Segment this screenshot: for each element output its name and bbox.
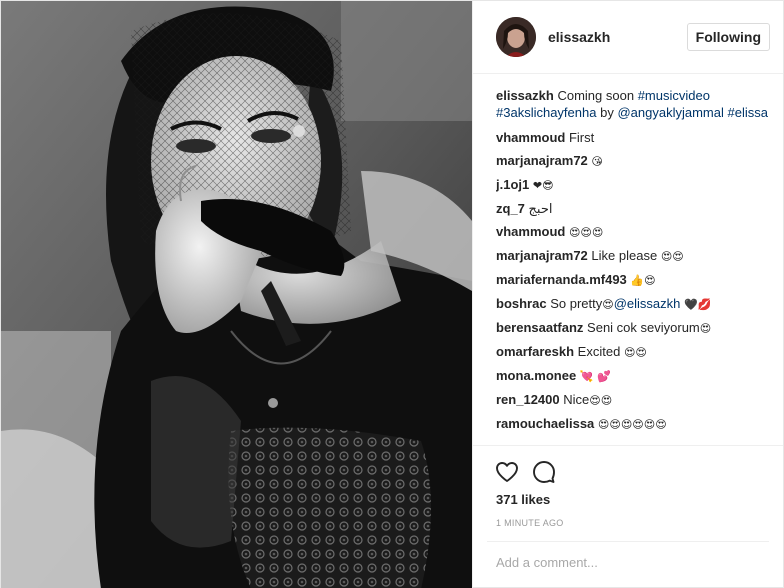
caption-text: Coming soon: [557, 88, 635, 103]
action-icons: [495, 460, 556, 484]
post-photo[interactable]: [1, 1, 472, 588]
comment-emoji: 💘 💕: [579, 370, 611, 383]
comment-username[interactable]: mona.monee: [496, 368, 576, 383]
comment-emoji: 😍😍: [660, 250, 684, 263]
comment-emoji: 😍😍: [589, 394, 613, 407]
comment-emoji: 😍😍: [623, 346, 647, 359]
photo-image: [1, 1, 472, 588]
comment-username[interactable]: ramouchaelissa: [496, 416, 594, 431]
comment-item: ren_12400 Nice😍😍: [496, 391, 769, 409]
hashtag-link[interactable]: #musicvideo: [638, 88, 710, 103]
hashtag-link[interactable]: #elissa: [727, 105, 767, 120]
comment-item: mariafernanda.mf493 👍😍: [496, 271, 769, 289]
comment-username[interactable]: vhammoud: [496, 130, 565, 145]
comment-text: First: [568, 130, 595, 145]
comment-text: Seni cok seviyorum: [587, 320, 700, 335]
comment-text: So pretty: [550, 296, 603, 311]
mention-link[interactable]: @angyaklyjammal: [617, 105, 723, 120]
add-comment-bar: [487, 541, 769, 582]
comment-item: vhammoud 😍😍😍: [496, 223, 769, 241]
comment-text: Like please: [591, 248, 658, 263]
comment-emoji: ❤😎: [532, 179, 554, 192]
comment-item: marjanajram72 😘: [496, 152, 769, 170]
hashtag-link[interactable]: #3akslichayfenha: [496, 105, 596, 120]
comment-emoji: 👍😍: [630, 274, 656, 287]
comment-username[interactable]: zq_7: [496, 201, 525, 216]
comment-emoji: 😍: [602, 298, 614, 311]
comment-item: boshrac So pretty😍@elissazkh 🖤💋: [496, 295, 769, 313]
comment-text: Nice: [563, 392, 590, 407]
likes-count[interactable]: 371 likes: [496, 492, 550, 507]
comment-emoji: 😍: [699, 322, 712, 335]
comment-emoji: 😍😍😍😍😍😍: [597, 418, 667, 431]
comment-emoji: 😘: [591, 155, 603, 168]
comments-list[interactable]: elissazkh Coming soon #musicvideo #3aksl…: [496, 87, 769, 445]
avatar-image: [496, 17, 536, 57]
comment-text: Excited: [577, 344, 621, 359]
add-comment-input[interactable]: [496, 555, 766, 570]
comment-username[interactable]: mariafernanda.mf493: [496, 272, 627, 287]
instagram-post: elissazkh Following elissazkh Coming soo…: [0, 0, 784, 588]
post-caption: elissazkh Coming soon #musicvideo #3aksl…: [496, 87, 769, 121]
comment-item: berensaatfanz Seni cok seviyorum😍: [496, 319, 769, 337]
comment-item: omarfareskh Excited 😍😍: [496, 343, 769, 361]
post-panel: elissazkh Following elissazkh Coming soo…: [472, 1, 783, 588]
mention-link[interactable]: @elissazkh: [614, 296, 681, 311]
heart-outline-icon[interactable]: [495, 460, 519, 484]
comment-item: marjanajram72 Like please 😍😍: [496, 247, 769, 265]
post-header: elissazkh Following: [473, 1, 783, 74]
comment-item: mona.monee 💘 💕: [496, 367, 769, 385]
comment-emoji: 🖤💋: [684, 298, 712, 311]
comment-text: احبج: [528, 201, 553, 216]
comment-username[interactable]: boshrac: [496, 296, 547, 311]
comment-item: ramouchaelissa 😍😍😍😍😍😍: [496, 415, 769, 433]
comment-item: zq_7 احبج: [496, 200, 769, 217]
comment-username[interactable]: ren_12400: [496, 392, 560, 407]
caption-by: by: [600, 105, 614, 120]
comment-emoji: 😍😍😍: [568, 226, 604, 239]
comment-username[interactable]: j.1oj1: [496, 177, 529, 192]
header-username[interactable]: elissazkh: [548, 29, 610, 45]
avatar[interactable]: [496, 17, 536, 57]
following-button[interactable]: Following: [686, 23, 770, 51]
comment-username[interactable]: marjanajram72: [496, 248, 588, 263]
speech-bubble-icon[interactable]: [532, 460, 556, 484]
comment-item: vhammoud First: [496, 129, 769, 146]
comment-username[interactable]: marjanajram72: [496, 153, 588, 168]
comment-username[interactable]: vhammoud: [496, 224, 565, 239]
comment-item: j.1oj1 ❤😎: [496, 176, 769, 194]
post-timestamp: 1 MINUTE AGO: [496, 518, 564, 528]
caption-username[interactable]: elissazkh: [496, 88, 554, 103]
post-actions: 371 likes 1 MINUTE AGO: [473, 445, 783, 546]
comment-username[interactable]: berensaatfanz: [496, 320, 583, 335]
comment-username[interactable]: omarfareskh: [496, 344, 574, 359]
